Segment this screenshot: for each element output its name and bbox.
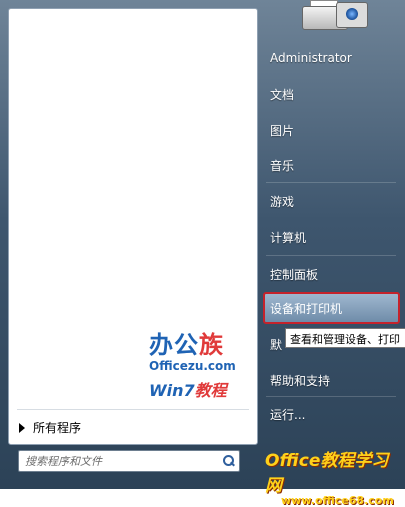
- menu-computer[interactable]: 计算机: [270, 229, 306, 246]
- menu-default-programs[interactable]: 默: [270, 336, 282, 353]
- all-programs-label: 所有程序: [33, 421, 82, 435]
- menu-run[interactable]: 运行...: [270, 406, 305, 423]
- menu-games[interactable]: 游戏: [270, 193, 294, 210]
- divider: [17, 409, 249, 410]
- officezu-logo: 办公族 Officezu.com Win7教程: [149, 331, 236, 400]
- menu-administrator[interactable]: Administrator: [270, 51, 352, 65]
- tooltip: 查看和管理设备、打印: [285, 328, 405, 348]
- menu-help-support[interactable]: 帮助和支持: [270, 372, 330, 389]
- menu-pictures[interactable]: 图片: [270, 122, 294, 139]
- arrow-right-icon: [19, 422, 25, 433]
- search-input[interactable]: [19, 454, 221, 468]
- search-icon[interactable]: [221, 454, 235, 468]
- start-menu: 办公族 Officezu.com Win7教程 所有程序 Administrat…: [0, 0, 405, 507]
- menu-documents[interactable]: 文档: [270, 86, 294, 103]
- separator: [266, 182, 396, 183]
- menu-music[interactable]: 音乐: [270, 157, 294, 174]
- separator: [266, 255, 396, 256]
- menu-devices-printers[interactable]: 设备和打印机: [270, 300, 342, 317]
- watermark: Office教程学习网 www.office68.com: [265, 451, 394, 507]
- menu-control-panel[interactable]: 控制面板: [270, 266, 318, 283]
- separator: [266, 396, 396, 397]
- search-box[interactable]: [18, 450, 240, 472]
- programs-pane: 办公族 Officezu.com Win7教程 所有程序: [8, 8, 258, 445]
- all-programs-button[interactable]: 所有程序: [19, 419, 81, 436]
- devices-printers-icon: [300, 0, 370, 34]
